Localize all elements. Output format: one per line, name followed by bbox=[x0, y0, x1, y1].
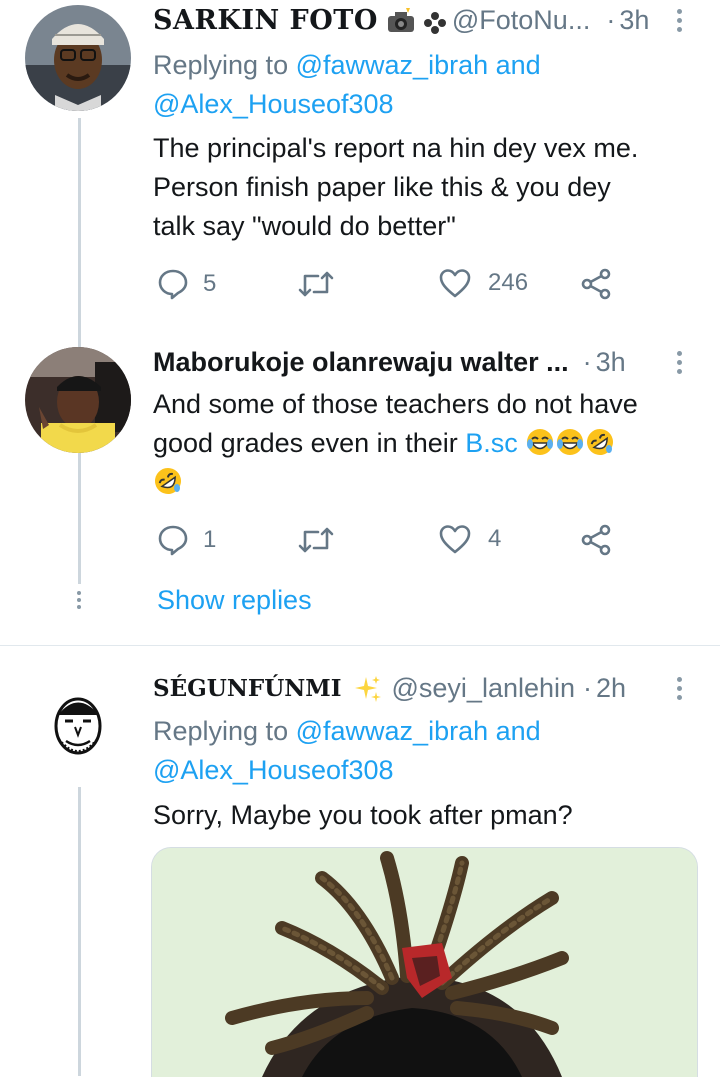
divider bbox=[0, 645, 720, 646]
replying-to-label: Replying to bbox=[153, 50, 289, 80]
mention-link[interactable]: @fawwaz_ibrah bbox=[296, 716, 489, 746]
tweet-text-fragment: good grades even in their bbox=[153, 428, 458, 458]
mention-link[interactable]: @Alex_Houseof308 bbox=[153, 89, 394, 119]
timestamp[interactable]: 3h bbox=[596, 347, 626, 378]
tweet-text-line bbox=[153, 463, 638, 502]
joy-emoji bbox=[525, 427, 555, 457]
tweet-text: The principal's report na hin dey vex me… bbox=[153, 129, 638, 246]
tweet-text-line: The principal's report na hin dey vex me… bbox=[153, 133, 639, 163]
reply-icon bbox=[158, 269, 188, 300]
tweet-header: Maborukoje olanrewaju walter ... · 3h bbox=[153, 347, 626, 378]
like-count: 4 bbox=[488, 525, 502, 552]
retweet-icon bbox=[298, 527, 334, 553]
reply-button[interactable]: 5 bbox=[157, 268, 216, 300]
share-icon bbox=[581, 524, 611, 556]
more-options-icon[interactable] bbox=[676, 9, 682, 32]
timestamp[interactable]: 3h bbox=[619, 5, 649, 36]
more-options-icon[interactable] bbox=[676, 677, 682, 700]
tweet-text: And some of those teachers do not have g… bbox=[153, 385, 638, 502]
timestamp[interactable]: 2h bbox=[596, 673, 626, 704]
replying-to: Replying to @fawwaz_ibrah and @Alex_Hous… bbox=[153, 712, 541, 790]
display-name[interactable]: SÉGUNFÚNMI bbox=[153, 675, 342, 702]
show-replies-link[interactable]: Show replies bbox=[157, 585, 312, 616]
like-count: 246 bbox=[488, 269, 529, 296]
tweet-text-line: Sorry, Maybe you took after pman? bbox=[153, 800, 573, 830]
reply-count: 1 bbox=[203, 526, 217, 553]
replying-and[interactable]: and bbox=[496, 50, 541, 80]
avatar[interactable] bbox=[25, 5, 131, 111]
replying-and[interactable]: and bbox=[496, 716, 541, 746]
retweet-button[interactable] bbox=[298, 526, 334, 554]
share-icon bbox=[581, 268, 611, 300]
like-button[interactable]: 4 bbox=[439, 524, 501, 554]
more-options-icon[interactable] bbox=[676, 351, 682, 374]
heart-icon bbox=[439, 525, 471, 554]
rofl-emoji bbox=[153, 466, 183, 496]
separator: · bbox=[583, 673, 593, 703]
thread-line bbox=[78, 461, 81, 584]
tweet-header: SARKIN FOTO @FotoNu... · 3h bbox=[153, 5, 649, 36]
replying-to-label: Replying to bbox=[153, 716, 289, 746]
display-name[interactable]: SARKIN FOTO bbox=[153, 5, 378, 36]
reply-count: 5 bbox=[203, 270, 217, 297]
tweet-media-image[interactable] bbox=[151, 847, 698, 1077]
tweet-text-line: And some of those teachers do not have bbox=[153, 389, 638, 419]
tweet-text: Sorry, Maybe you took after pman? bbox=[153, 796, 573, 835]
display-name[interactable]: Maborukoje olanrewaju walter ... bbox=[153, 347, 569, 378]
tweet-text-line: talk say "would do better" bbox=[153, 211, 456, 241]
thread-continuation-dots bbox=[76, 591, 82, 609]
retweet-icon bbox=[298, 271, 334, 297]
thread-line bbox=[78, 787, 81, 1076]
handle[interactable]: @FotoNu... bbox=[452, 5, 590, 36]
mention-link[interactable]: @Alex_Houseof308 bbox=[153, 755, 394, 785]
tweet-text-line: Person finish paper like this & you dey bbox=[153, 172, 611, 202]
camera-flash-icon bbox=[386, 7, 416, 34]
replying-to: Replying to @fawwaz_ibrah and @Alex_Hous… bbox=[153, 46, 541, 124]
share-button[interactable] bbox=[580, 524, 612, 556]
sparkles-icon bbox=[354, 675, 382, 703]
joy-emoji bbox=[555, 427, 585, 457]
mention-link[interactable]: @fawwaz_ibrah bbox=[296, 50, 489, 80]
share-button[interactable] bbox=[580, 268, 612, 300]
tweet-text-line: good grades even in their B.sc bbox=[153, 424, 638, 463]
reply-icon bbox=[158, 525, 188, 556]
flower-icon bbox=[423, 10, 446, 34]
like-button[interactable]: 246 bbox=[439, 268, 528, 298]
reply-button[interactable]: 1 bbox=[157, 524, 216, 556]
tweet-header: SÉGUNFÚNMI @seyi_lanlehin · 2h bbox=[153, 673, 626, 704]
separator: · bbox=[582, 347, 592, 377]
heart-icon bbox=[439, 269, 471, 298]
rofl-emoji bbox=[585, 427, 615, 457]
separator: · bbox=[606, 5, 616, 35]
retweet-button[interactable] bbox=[298, 270, 334, 298]
avatar[interactable] bbox=[25, 675, 131, 781]
handle[interactable]: @seyi_lanlehin bbox=[392, 673, 576, 704]
tweet-link[interactable]: B.sc bbox=[465, 428, 518, 458]
avatar[interactable] bbox=[25, 347, 131, 453]
